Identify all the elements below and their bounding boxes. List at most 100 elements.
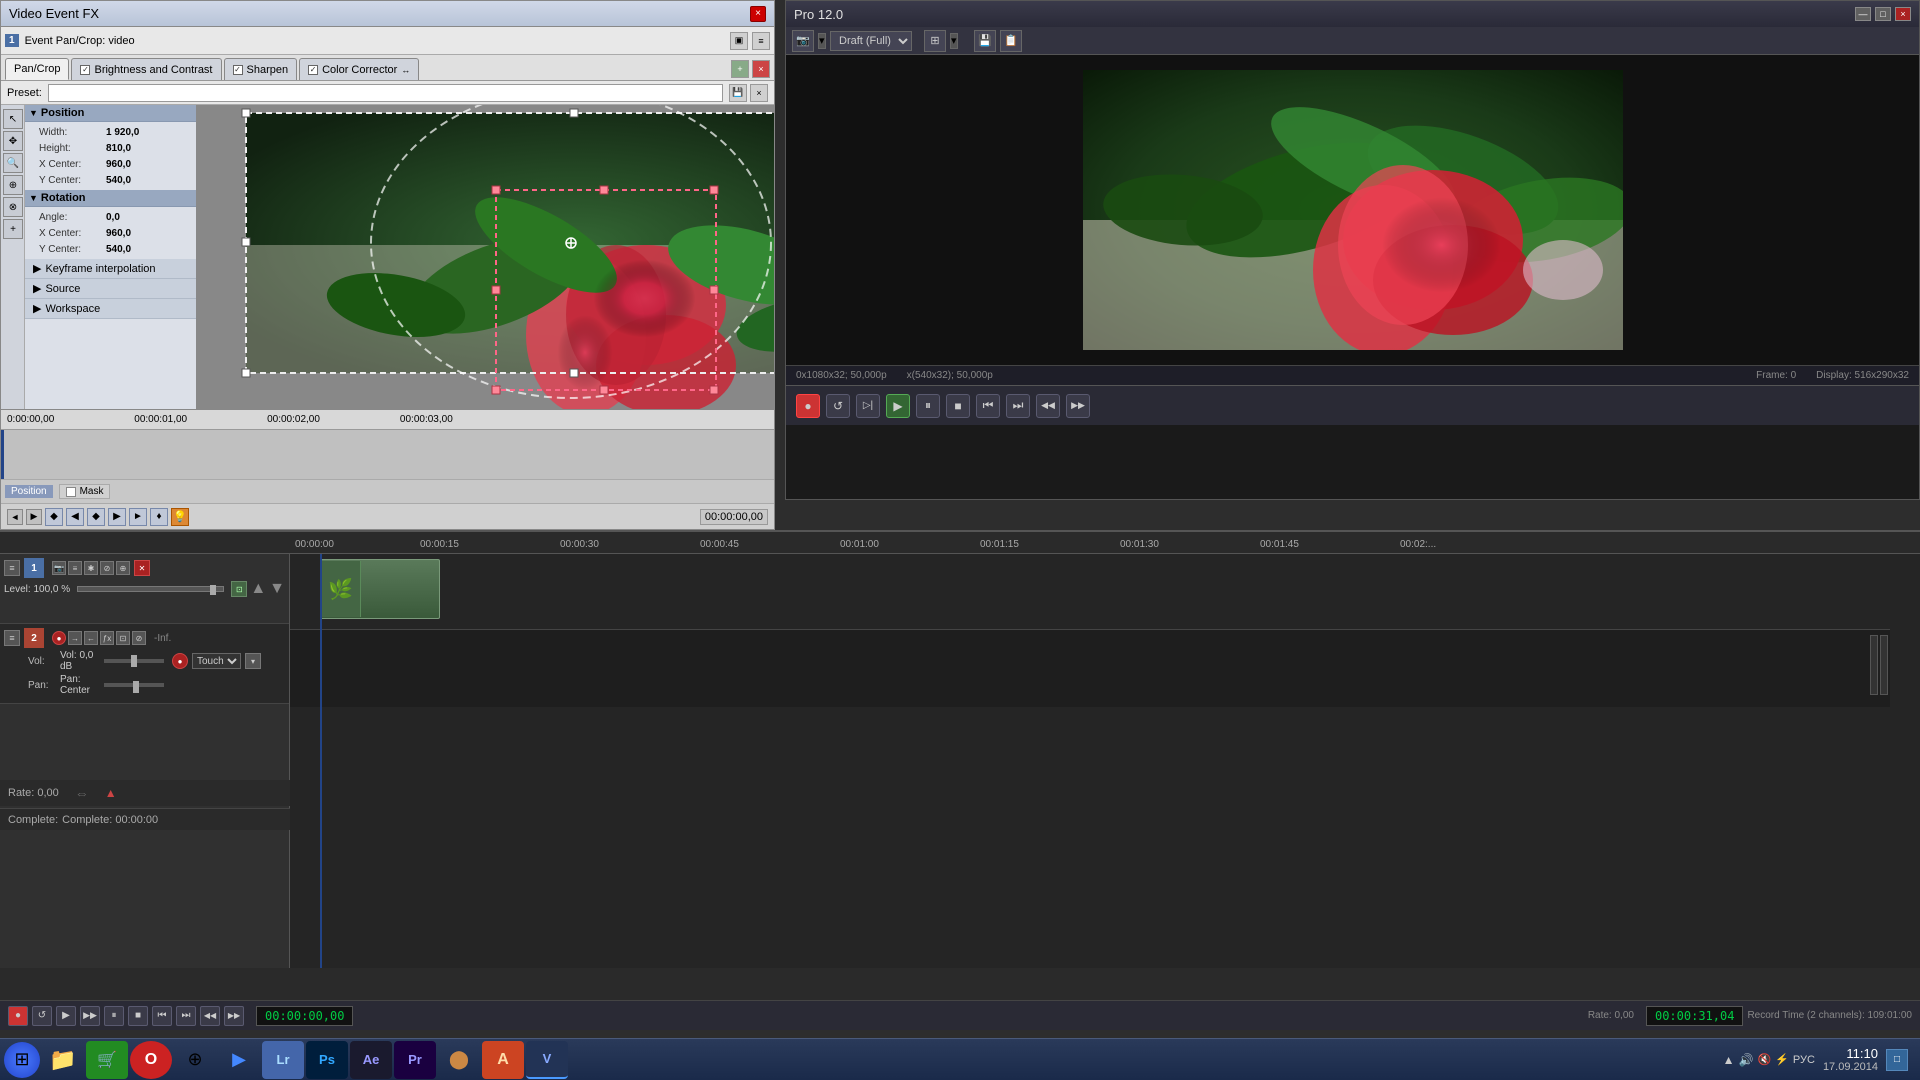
audio-rec-btn[interactable]: ●: [52, 631, 66, 645]
taskbar-color-picker[interactable]: ⬤: [438, 1041, 480, 1079]
audio-bus-btn[interactable]: ⊡: [116, 631, 130, 645]
vegas-maximize-btn[interactable]: □: [1875, 7, 1891, 21]
bt-slow-back-btn[interactable]: ◀◀: [200, 1006, 220, 1026]
vegas-grid-btn[interactable]: ⊞: [924, 30, 946, 52]
taskbar-media[interactable]: ▶: [218, 1041, 260, 1079]
vegas-dropdown-arrow[interactable]: ▾: [818, 33, 826, 49]
transport-play-from-btn[interactable]: ▷|: [856, 394, 880, 418]
mask-checkbox[interactable]: [66, 487, 76, 497]
start-button[interactable]: ⊞: [4, 1042, 40, 1078]
taskbar-text-app[interactable]: A: [482, 1041, 524, 1079]
transport-record-btn[interactable]: ●: [796, 394, 820, 418]
track-mute-btn[interactable]: 📷: [52, 561, 66, 575]
bt-play2-btn[interactable]: ▶▶: [80, 1006, 100, 1026]
position-section-header[interactable]: ▼ Position: [25, 105, 196, 122]
kf-btn-6[interactable]: ♦: [150, 508, 168, 526]
audio-out-btn[interactable]: ←: [84, 631, 98, 645]
kf-btn-4[interactable]: ▶: [108, 508, 126, 526]
bt-loop-btn[interactable]: ↺: [32, 1006, 52, 1026]
taskbar-chrome[interactable]: ⊕: [174, 1041, 216, 1079]
kf-btn-2[interactable]: ◀: [66, 508, 84, 526]
transport-next-btn[interactable]: ⏭: [1006, 394, 1030, 418]
vol-mode-select[interactable]: Touch: [192, 653, 241, 669]
taskbar-opera[interactable]: O: [130, 1041, 172, 1079]
tab-add-icon[interactable]: +: [731, 60, 749, 78]
source-section[interactable]: ▶ Source: [25, 279, 196, 299]
track-eye-btn[interactable]: ⊘: [100, 561, 114, 575]
bt-play-btn[interactable]: ▶: [56, 1006, 76, 1026]
preset-delete-icon[interactable]: ×: [750, 84, 768, 102]
show-desktop-btn[interactable]: □: [1886, 1049, 1908, 1071]
vegas-grid-arrow[interactable]: ▾: [950, 33, 958, 49]
audio-fx-btn[interactable]: ƒx: [100, 631, 114, 645]
tab-sharpen-checkbox[interactable]: [233, 65, 243, 75]
bt-pause-btn[interactable]: ⏸: [104, 1006, 124, 1026]
taskbar-photoshop[interactable]: Ps: [306, 1041, 348, 1079]
vol-slider[interactable]: [104, 659, 164, 663]
transport-pause-btn[interactable]: ⏸: [916, 394, 940, 418]
audio-in-btn[interactable]: →: [68, 631, 82, 645]
video-clip[interactable]: 🌿: [320, 559, 440, 619]
track-add-btn[interactable]: ⊕: [116, 561, 130, 575]
tool-select[interactable]: ↖: [3, 109, 23, 129]
tab-color-corrector[interactable]: Color Corrector ↔: [299, 58, 419, 80]
tool-zoom[interactable]: 🔍: [3, 153, 23, 173]
vefx-close-button[interactable]: ×: [750, 6, 766, 22]
kf-btn-1[interactable]: ◆: [45, 508, 63, 526]
taskbar-after-effects[interactable]: Ae: [350, 1041, 392, 1079]
taskbar-file-manager[interactable]: 📁: [42, 1041, 84, 1079]
vegas-close-btn[interactable]: ×: [1895, 7, 1911, 21]
track-scroll-up[interactable]: ▲: [250, 580, 266, 598]
tab-pan-crop[interactable]: Pan/Crop: [5, 58, 69, 80]
rotation-section-header[interactable]: ▼ Rotation: [25, 190, 196, 207]
vol-menu-btn[interactable]: ▾: [245, 653, 261, 669]
kf-btn-3[interactable]: ◆: [87, 508, 105, 526]
bt-prev-btn[interactable]: ⏮: [152, 1006, 172, 1026]
taskbar-store[interactable]: 🛒: [86, 1041, 128, 1079]
transport-stop-btn[interactable]: ■: [946, 394, 970, 418]
tool-crosshair[interactable]: ⊗: [3, 197, 23, 217]
transport-loop-btn[interactable]: ↺: [826, 394, 850, 418]
taskbar-lightroom[interactable]: Lr: [262, 1041, 304, 1079]
preset-input[interactable]: [48, 84, 723, 102]
transport-play-btn[interactable]: ▶: [886, 394, 910, 418]
bt-record-btn[interactable]: ●: [8, 1006, 28, 1026]
track-scroll-down[interactable]: ▼: [269, 580, 285, 598]
track-delete-btn[interactable]: ✕: [134, 560, 150, 576]
tool-add[interactable]: +: [3, 219, 23, 239]
audio-track-expand[interactable]: ≡: [4, 630, 20, 646]
vegas-camera-btn[interactable]: 📷: [792, 30, 814, 52]
vegas-quality-select[interactable]: Draft (Full): [830, 31, 912, 51]
bt-next-btn[interactable]: ⏭: [176, 1006, 196, 1026]
tab-sharpen[interactable]: Sharpen: [224, 58, 298, 80]
vegas-copy-btn[interactable]: 📋: [1000, 30, 1022, 52]
event-icon-1[interactable]: ▣: [730, 32, 748, 50]
tab-cc-checkbox[interactable]: [308, 65, 318, 75]
keyframe-section[interactable]: ▶ Keyframe interpolation: [25, 259, 196, 279]
tab-close-icon[interactable]: ×: [752, 60, 770, 78]
bt-stop-btn[interactable]: ■: [128, 1006, 148, 1026]
taskbar-vegas[interactable]: V: [526, 1041, 568, 1079]
track-comp-btn[interactable]: ⊡: [231, 581, 247, 597]
tab-brightness-contrast[interactable]: Brightness and Contrast: [71, 58, 221, 80]
preset-save-icon[interactable]: 💾: [729, 84, 747, 102]
taskbar-premiere[interactable]: Pr: [394, 1041, 436, 1079]
tl-prev-btn[interactable]: ◄: [7, 509, 23, 525]
transport-prev-btn[interactable]: ⏮: [976, 394, 1000, 418]
audio-rec2-btn[interactable]: ●: [172, 653, 188, 669]
tool-anchor[interactable]: ⊕: [3, 175, 23, 195]
mask-toggle[interactable]: Mask: [59, 484, 111, 499]
track-lock-btn[interactable]: ✱: [84, 561, 98, 575]
transport-slow-fwd-btn[interactable]: ▶▶: [1066, 394, 1090, 418]
pan-slider[interactable]: [104, 683, 164, 687]
event-icon-2[interactable]: ≡: [752, 32, 770, 50]
audio-mute-btn[interactable]: ⊘: [132, 631, 146, 645]
tool-move[interactable]: ✥: [3, 131, 23, 151]
vegas-minimize-btn[interactable]: —: [1855, 7, 1871, 21]
kf-btn-5[interactable]: ►: [129, 508, 147, 526]
tl-play-btn[interactable]: ▶: [26, 509, 42, 525]
workspace-section[interactable]: ▶ Workspace: [25, 299, 196, 319]
tab-bc-checkbox[interactable]: [80, 65, 90, 75]
vegas-snapshot-btn[interactable]: 💾: [974, 30, 996, 52]
track-solo-btn[interactable]: ≡: [68, 561, 82, 575]
